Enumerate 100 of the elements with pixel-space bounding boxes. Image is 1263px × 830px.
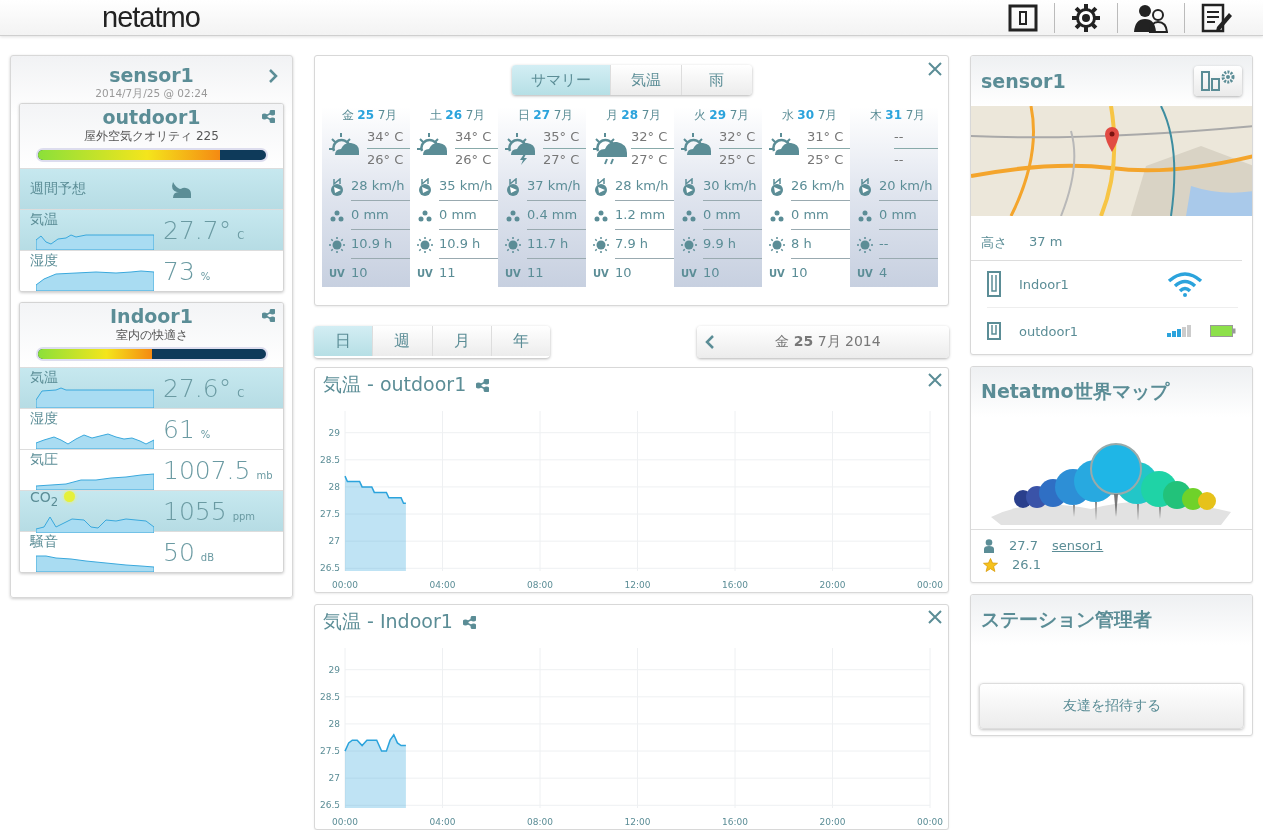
wind-direction-icon bbox=[329, 177, 345, 196]
sun-icon bbox=[769, 236, 785, 253]
sunshine-hours: 9.9 h bbox=[703, 230, 762, 259]
measure-value: 27.6° bbox=[163, 373, 232, 403]
forecast-tab[interactable]: 雨 bbox=[680, 65, 752, 95]
low-temperature: 25° C bbox=[719, 150, 757, 169]
measure-unit: C bbox=[237, 387, 245, 399]
logo[interactable]: netatmo bbox=[102, 1, 200, 34]
axis-label: 27 bbox=[328, 536, 340, 547]
invite-button[interactable]: 友達を招待する bbox=[979, 683, 1244, 729]
high-temperature: 34° C bbox=[367, 125, 410, 149]
wind-direction-icon bbox=[857, 177, 873, 196]
uv-index: 10 bbox=[351, 264, 369, 282]
day-heading: 日 27 7月 bbox=[516, 107, 575, 124]
axis-label: 12:00 bbox=[624, 580, 651, 590]
close-icon[interactable] bbox=[928, 62, 942, 76]
measure-row[interactable]: 湿度 73 % bbox=[20, 250, 283, 291]
forecast-tab[interactable]: サマリー bbox=[511, 65, 610, 95]
axis-label: 08:00 bbox=[527, 580, 553, 590]
row-label: 湿度 bbox=[30, 251, 59, 269]
sun-icon bbox=[857, 236, 873, 253]
row-label: 騒音 bbox=[30, 532, 59, 550]
axis-label: 29 bbox=[328, 664, 340, 675]
measure-unit: mb bbox=[256, 469, 273, 481]
axis-label: 28 bbox=[328, 481, 340, 492]
wind-speed: 30 km/h bbox=[703, 172, 762, 201]
axis-label: 27.5 bbox=[319, 509, 340, 520]
uv-index: 11 bbox=[439, 264, 457, 282]
axis-label: 00:00 bbox=[332, 580, 358, 590]
measure-unit: % bbox=[200, 270, 211, 282]
day-heading: 火 29 7月 bbox=[692, 107, 751, 124]
wind-direction-icon bbox=[769, 177, 785, 196]
wind-direction-icon bbox=[593, 177, 609, 196]
period-tab[interactable]: 月 bbox=[431, 326, 491, 356]
close-icon[interactable] bbox=[928, 610, 942, 624]
low-temperature: 26° C bbox=[367, 150, 405, 169]
row-label: CO$_{2}$ bbox=[30, 489, 60, 511]
close-icon[interactable] bbox=[928, 373, 942, 387]
module-settings-button[interactable] bbox=[1194, 66, 1242, 96]
axis-label: 26.5 bbox=[319, 563, 340, 574]
measure-value: 61 bbox=[163, 414, 195, 444]
forecast-tab[interactable]: 気温 bbox=[609, 65, 681, 95]
settings-icon[interactable] bbox=[1071, 2, 1101, 33]
measure-row[interactable]: 騒音 50 dB bbox=[20, 531, 283, 572]
measure-row[interactable]: 湿度 61 % bbox=[20, 408, 283, 449]
uv-label: UV bbox=[769, 267, 785, 279]
row-label: 気温 bbox=[30, 368, 59, 386]
temperature-value: 26.1 bbox=[1012, 557, 1041, 572]
users-icon[interactable] bbox=[1134, 2, 1168, 33]
measure-row[interactable]: 気温 27.6° C bbox=[20, 367, 283, 408]
axis-label: 00:00 bbox=[917, 817, 943, 827]
raindrops-icon bbox=[417, 209, 433, 222]
measure-row[interactable]: CO$_{2}$ 1055 ppm bbox=[20, 490, 283, 531]
axis-label: 12:00 bbox=[624, 817, 651, 827]
module-name: outdoor1 bbox=[102, 106, 201, 128]
share-icon[interactable] bbox=[262, 110, 275, 123]
high-temperature: 35° C bbox=[543, 125, 586, 149]
measure-unit: C bbox=[237, 229, 245, 241]
raindrops-icon bbox=[681, 209, 697, 222]
low-temperature: 25° C bbox=[807, 150, 845, 169]
uv-label: UV bbox=[681, 267, 697, 279]
period-tab[interactable]: 日 bbox=[314, 326, 373, 356]
uv-label: UV bbox=[857, 267, 873, 279]
uv-index: 10 bbox=[791, 264, 809, 282]
share-icon[interactable] bbox=[462, 615, 476, 629]
sun-icon bbox=[681, 236, 697, 253]
raindrops-icon bbox=[505, 209, 521, 222]
chevron-left-icon[interactable] bbox=[705, 334, 715, 350]
chevron-right-icon[interactable] bbox=[268, 68, 278, 84]
edit-icon[interactable] bbox=[1201, 2, 1233, 33]
axis-label: 16:00 bbox=[722, 580, 748, 590]
measure-row[interactable]: 気温 27.7° C bbox=[20, 209, 283, 250]
share-icon[interactable] bbox=[262, 309, 275, 322]
uv-label: UV bbox=[593, 267, 609, 279]
measure-value: 1007.5 bbox=[163, 455, 251, 485]
axis-label: 00:00 bbox=[917, 580, 943, 590]
low-temperature: 26° C bbox=[455, 150, 493, 169]
raindrops-icon bbox=[769, 209, 785, 222]
row-label: 気温 bbox=[30, 210, 59, 228]
battery-icon bbox=[1210, 325, 1236, 337]
measure-row[interactable]: 気圧 1007.5 mb bbox=[20, 449, 283, 490]
measure-row[interactable]: 週間予想 bbox=[20, 168, 283, 209]
period-tab[interactable]: 年 bbox=[490, 326, 550, 356]
axis-label: 04:00 bbox=[429, 817, 456, 827]
row-label: 週間予想 bbox=[30, 180, 86, 198]
rain-amount: 0 mm bbox=[879, 201, 938, 230]
rain-amount: 0.4 mm bbox=[527, 201, 586, 230]
date-selector[interactable]: 金 25 7月 2014 bbox=[697, 326, 949, 358]
axis-label: 28.5 bbox=[319, 454, 340, 465]
day-heading: 金 25 7月 bbox=[340, 107, 399, 124]
period-tab[interactable]: 週 bbox=[372, 326, 432, 356]
share-icon[interactable] bbox=[476, 378, 490, 392]
axis-label: 20:00 bbox=[819, 817, 846, 827]
axis-label: 28 bbox=[328, 718, 340, 729]
axis-label: 16:00 bbox=[722, 817, 748, 827]
wifi-icon bbox=[1167, 271, 1203, 297]
star-icon bbox=[983, 557, 998, 572]
module-icon[interactable] bbox=[1008, 3, 1038, 32]
station-link[interactable]: sensor1 bbox=[1051, 538, 1104, 553]
module-name: outdoor1 bbox=[1019, 323, 1080, 339]
